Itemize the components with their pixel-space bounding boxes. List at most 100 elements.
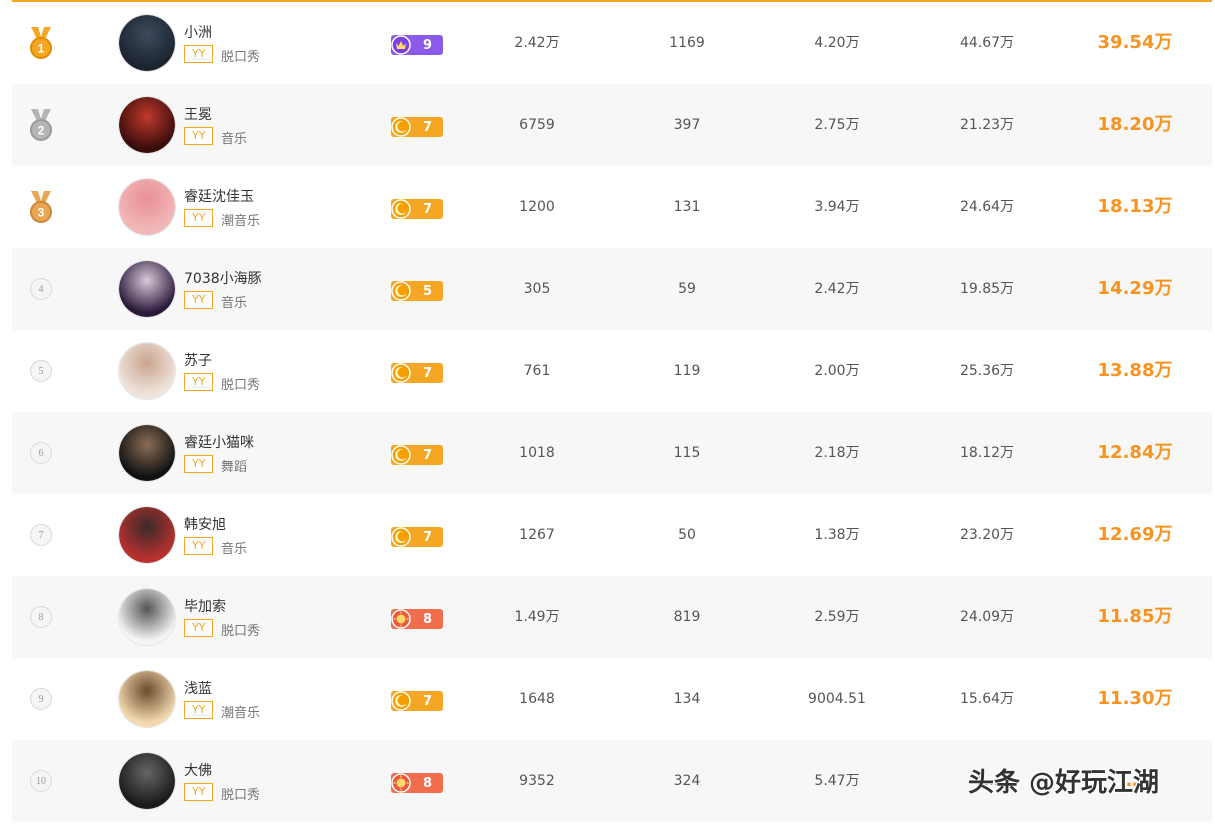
stat-col-3: 1.38万 <box>814 527 860 543</box>
level-badge: 7 <box>391 691 443 711</box>
moon-level-icon <box>390 362 412 384</box>
streamer-name[interactable]: 毕加索 <box>184 596 226 616</box>
stat-col-4: 23.20万 <box>959 527 1015 543</box>
streamer-name[interactable]: 睿廷小猫咪 <box>184 432 254 452</box>
streamer-name[interactable]: 韩安旭 <box>184 514 226 534</box>
stat-col-3: 3.94万 <box>814 199 860 215</box>
platform-badge: YY <box>184 455 214 473</box>
rank-number: 10 <box>30 770 52 792</box>
ranking-row[interactable]: 6 睿廷小猫咪 YY 舞蹈 7 1018 115 2.18万 18.12万 12.84万 <box>12 412 1212 494</box>
level-number: 7 <box>422 529 433 545</box>
rank-cell: 4 <box>26 248 56 330</box>
stat-col-2: 59 <box>678 281 696 297</box>
moon-level-icon <box>390 526 412 548</box>
level-badge: 7 <box>391 363 443 383</box>
level-number: 7 <box>422 693 433 709</box>
platform-badge: YY <box>184 373 214 391</box>
streamer-name[interactable]: 苏子 <box>184 350 212 370</box>
platform-badge: YY <box>184 783 214 801</box>
stat-col-1: 761 <box>523 363 551 379</box>
stat-col-2: 50 <box>678 527 696 543</box>
stat-col-2: 131 <box>673 199 701 215</box>
ranking-row[interactable]: 8 毕加索 YY 脱口秀 8 1.49万 819 2.59万 24.09万 11.85万 <box>12 576 1212 658</box>
gold-medal-icon: 1 <box>28 27 54 59</box>
streamer-name[interactable]: 睿廷沈佳玉 <box>184 186 254 206</box>
ranking-row[interactable]: 1 小洲 YY 脱口秀 9 2.42万 1169 4.20万 44.67万 39.54万 <box>12 2 1212 84</box>
level-number: 7 <box>422 119 433 135</box>
ranking-row[interactable]: 2 王冕 YY 音乐 7 6759 397 2.75万 21.23万 18.20万 <box>12 84 1212 166</box>
avatar[interactable] <box>118 342 176 400</box>
level-badge: 8 <box>391 609 443 629</box>
avatar[interactable] <box>118 752 176 810</box>
stat-col-3: 2.75万 <box>814 117 860 133</box>
avatar[interactable] <box>118 670 176 728</box>
streamer-name[interactable]: 小洲 <box>184 22 212 42</box>
stat-col-4: 19.85万 <box>959 281 1015 297</box>
platform-badge: YY <box>184 701 214 719</box>
ranking-row[interactable]: 3 睿廷沈佳玉 YY 潮音乐 7 1200 131 3.94万 24.64万 18.13万 <box>12 166 1212 248</box>
avatar[interactable] <box>118 424 176 482</box>
avatar[interactable] <box>118 506 176 564</box>
total-value: 18.20万 <box>1097 114 1173 135</box>
rank-cell: 8 <box>26 576 56 658</box>
avatar[interactable] <box>118 588 176 646</box>
level-badge: 8 <box>391 773 443 793</box>
rank-cell: 10 <box>26 740 56 822</box>
stat-col-1: 1648 <box>519 691 555 707</box>
level-badge: 7 <box>391 199 443 219</box>
ranking-row[interactable]: 7 韩安旭 YY 音乐 7 1267 50 1.38万 23.20万 12.69万 <box>12 494 1212 576</box>
category-label: 潮音乐 <box>221 214 261 229</box>
total-value: 11.30万 <box>1097 688 1173 709</box>
total-value: 13.88万 <box>1097 360 1173 381</box>
rank-number: 5 <box>30 360 52 382</box>
rank-number: 4 <box>30 278 52 300</box>
platform-badge: YY <box>184 127 214 145</box>
streamer-name[interactable]: 7038小海豚 <box>184 268 262 288</box>
stat-col-2: 119 <box>673 363 701 379</box>
rank-cell: 9 <box>26 658 56 740</box>
streamer-name[interactable]: 浅蓝 <box>184 678 212 698</box>
level-badge: 7 <box>391 445 443 465</box>
ranking-row[interactable]: 5 苏子 YY 脱口秀 7 761 119 2.00万 25.36万 13.88万 <box>12 330 1212 412</box>
stat-col-1: 1267 <box>519 527 555 543</box>
rank-number: 9 <box>30 688 52 710</box>
avatar[interactable] <box>118 14 176 72</box>
stat-col-2: 115 <box>673 445 701 461</box>
stat-col-4: 21.23万 <box>959 117 1015 133</box>
stat-col-2: 819 <box>673 609 701 625</box>
silver-medal-icon: 2 <box>28 109 54 141</box>
moon-level-icon <box>390 444 412 466</box>
ranking-row[interactable]: 4 7038小海豚 YY 音乐 5 305 59 2.42万 19.85万 14.29万 <box>12 248 1212 330</box>
streamer-name[interactable]: 王冕 <box>184 104 212 124</box>
stat-col-3: 4.20万 <box>814 35 860 51</box>
stat-col-3: 2.18万 <box>814 445 860 461</box>
platform-badge: YY <box>184 537 214 555</box>
moon-level-icon <box>390 690 412 712</box>
rank-cell: 7 <box>26 494 56 576</box>
stat-col-1: 1018 <box>519 445 555 461</box>
level-badge: 7 <box>391 117 443 137</box>
level-number: 8 <box>422 611 433 627</box>
avatar[interactable] <box>118 178 176 236</box>
stat-col-4: 18.12万 <box>959 445 1015 461</box>
category-label: 脱口秀 <box>221 50 261 65</box>
ranking-list: 1 小洲 YY 脱口秀 9 2.42万 1169 4.20万 44.67万 39.54万 2 王冕 YY… <box>12 2 1212 822</box>
total-value: 14.29万 <box>1097 278 1173 299</box>
moon-level-icon <box>390 280 412 302</box>
category-label: 脱口秀 <box>221 788 261 803</box>
stat-col-3: 9004.51 <box>808 691 866 707</box>
rank-number: 6 <box>30 442 52 464</box>
streamer-name[interactable]: 大佛 <box>184 760 212 780</box>
rank-cell: 3 <box>26 166 56 248</box>
crown-level-icon <box>390 34 412 56</box>
level-number: 9 <box>422 37 433 53</box>
avatar[interactable] <box>118 96 176 154</box>
bronze-medal-icon: 3 <box>28 191 54 223</box>
sun-level-icon <box>390 608 412 630</box>
stat-col-3: 2.00万 <box>814 363 860 379</box>
avatar[interactable] <box>118 260 176 318</box>
ranking-row[interactable]: 9 浅蓝 YY 潮音乐 7 1648 134 9004.51 15.64万 11.30万 <box>12 658 1212 740</box>
total-value: 18.13万 <box>1097 196 1173 217</box>
stat-col-3: 5.47万 <box>814 773 860 789</box>
stat-col-2: 397 <box>673 117 701 133</box>
